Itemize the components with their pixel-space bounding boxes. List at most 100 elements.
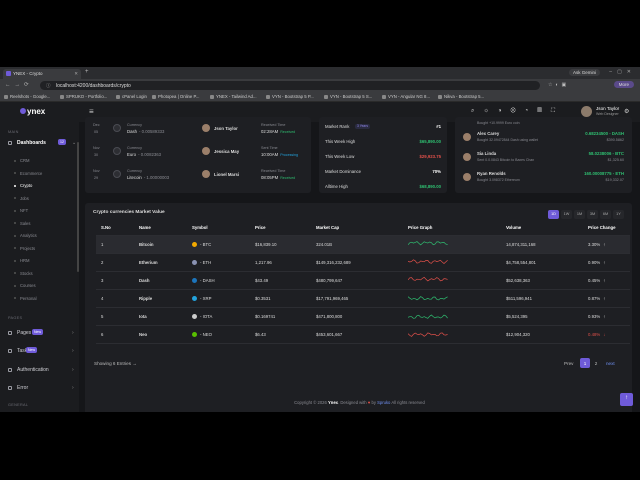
site-info-icon[interactable]: ⓘ	[46, 83, 51, 89]
sidebar-item-dashboards[interactable]: Dashboards 12 ⌄	[8, 139, 78, 148]
extension-icons[interactable]: ☆◐▣	[548, 82, 569, 88]
timeframe-1m[interactable]: 1M	[574, 210, 585, 219]
currency-name: Euro	[127, 152, 137, 157]
new-tab-button[interactable]: +	[85, 69, 89, 75]
prev-button[interactable]: Prev	[564, 361, 573, 366]
activity-desc: Bought 32.09472844 Dash using wallet	[477, 138, 538, 142]
gear-icon[interactable]: ⚙	[624, 108, 629, 115]
chevron-right-icon: ›	[72, 330, 74, 336]
cell-price-change: 3.30% ↑	[583, 235, 630, 254]
url-field[interactable]: ⓘ localhost:4200/dashboards/crypto	[40, 81, 540, 90]
sidebar-subitem-analytics[interactable]: Analytics	[14, 233, 37, 238]
cell-name: Dash	[134, 271, 187, 290]
sidebar-subitem-jobs[interactable]: Jobs	[14, 196, 29, 201]
logo[interactable]: ynex	[27, 107, 45, 116]
coin-icon	[192, 241, 197, 247]
tx-time: 08:05PM	[261, 175, 279, 180]
cell-price: $16,839.10	[250, 235, 311, 254]
nav-buttons[interactable]: ←→⟳	[5, 82, 33, 88]
timeframe-1w[interactable]: 1W	[561, 210, 572, 219]
sidebar-subitem-sales[interactable]: Sales	[14, 221, 30, 226]
status-value: 10:00AM Processing	[261, 152, 298, 157]
sidebar-subitem-nft[interactable]: NFT	[14, 208, 28, 213]
currency-value: Dash - 0.00589333	[127, 129, 164, 134]
bookmark-item[interactable]: cPanel Login	[116, 94, 147, 99]
scroll-to-top-button[interactable]: ↑	[620, 393, 633, 406]
bookmark-item[interactable]: VYN - Bootstrap 5 S...	[324, 94, 372, 99]
header-icons[interactable]: ⌕☼◑⛒◔▤⛶	[471, 108, 564, 115]
sidebar-subitem-personal[interactable]: Personal	[14, 296, 37, 301]
browser-window: YNEX - Crypto ✕ + Ask Gemini –▢✕ ←→⟳ ⓘ l…	[0, 67, 640, 412]
table-row[interactable]: 3 Dash - DASH $43.49 $480,799,647 $52,638,363…	[96, 271, 630, 290]
symbol-text: - ETH	[200, 259, 212, 265]
table-row[interactable]: 6 Neo - NEO $6.43 $453,601,667 $12,904,320 0.4…	[96, 325, 630, 344]
cell-name: Ripple	[134, 289, 187, 308]
bullet-icon	[14, 272, 16, 274]
bullet-icon	[14, 234, 16, 237]
arrow-down-icon: ↓	[603, 331, 606, 337]
ask-gemini-button[interactable]: Ask Gemini	[568, 69, 600, 76]
activity-name: Ryan Renolds	[477, 171, 506, 176]
bookmark-icon	[324, 94, 328, 99]
avatar[interactable]	[581, 106, 592, 117]
table-row[interactable]: 4 Ripple - XRP $0.3531 $17,791,969,465 $511,5…	[96, 289, 630, 308]
bookmark-item[interactable]: VYN - Angular NG 8...	[382, 94, 430, 99]
timeframe-1d[interactable]: 1D	[548, 210, 559, 219]
sidebar-item-pages[interactable]: Pages New ›	[8, 329, 78, 338]
sidebar-item-authentication[interactable]: Authentication ›	[8, 367, 78, 375]
page-2-button[interactable]: 2	[591, 358, 601, 368]
status-value: 08:05PM Received	[261, 175, 295, 180]
bookmark-item[interactable]: Photopea | Online P...	[152, 94, 199, 99]
sidebar-subitem-stocks[interactable]: Stocks	[14, 271, 33, 276]
table-row[interactable]: 5 Iota - IOTA $0.169741 $471,800,800 $5,524,3…	[96, 307, 630, 326]
timeframe-6m[interactable]: 6M	[600, 210, 611, 219]
sidebar-subitem-ecommerce[interactable]: Ecommerce	[14, 170, 43, 176]
page-1-button[interactable]: 1	[580, 358, 590, 368]
table-row[interactable]: 2 Etherium - ETH 1,217.96 $149,316,232,689 $4…	[96, 253, 630, 272]
activity-desc: Bought +10.9999 Euro coin	[477, 121, 520, 125]
tx-status: Received	[280, 176, 296, 180]
currency-value: Euro - 0.0082363	[127, 152, 161, 157]
chevron-right-icon: ›	[72, 385, 74, 391]
window-controls[interactable]: –▢✕	[609, 69, 636, 75]
sidebar-subitem-projects[interactable]: Projects	[14, 246, 35, 251]
timeframe-3m[interactable]: 3M	[587, 210, 598, 219]
currency-label: Currency	[127, 146, 142, 150]
bookmark-item[interactable]: Nikva - Bootstrap 5...	[438, 94, 484, 99]
bookmark-item[interactable]: YNEX - Tailwind Ad...	[210, 94, 257, 99]
more-button[interactable]: More	[613, 81, 634, 88]
browser-tab[interactable]: YNEX - Crypto ✕	[3, 69, 81, 79]
bookmark-item[interactable]: VYN - Bootstrap 5 P...	[266, 94, 314, 99]
arrow-up-icon: ↑	[603, 259, 606, 265]
stat-value: #1	[436, 124, 441, 129]
cell-sno: 5	[96, 307, 134, 326]
tx-day: 29	[94, 176, 99, 180]
bookmark-item[interactable]: Reelshots - Google...	[4, 94, 50, 99]
sidebar-subitem-crm[interactable]: CRM	[14, 158, 30, 163]
change-value: 3.30%	[588, 241, 601, 247]
sidebar-subitem-crypto[interactable]: Crypto	[14, 183, 32, 188]
sidebar-subitem-hrm[interactable]: HRM	[14, 258, 30, 263]
menu-toggle-icon[interactable]: ≡	[89, 107, 94, 116]
next-button[interactable]: next	[606, 361, 615, 366]
symbol-text: - DASH	[200, 277, 215, 283]
author-link[interactable]: Spruko	[377, 400, 390, 405]
cell-name: Etherium	[134, 253, 187, 272]
coin-icon	[192, 295, 197, 301]
bookmark-item[interactable]: SPRUKO - Portfolio...	[60, 94, 107, 99]
sidebar-item-error[interactable]: Error ›	[8, 385, 78, 393]
bookmark-label: VYN - Bootstrap 5 P...	[272, 94, 314, 99]
bookmark-icon	[438, 94, 442, 99]
timeframe-1y[interactable]: 1Y	[613, 210, 624, 219]
table-row[interactable]: 1 Bitcoin - BTC $16,839.10 324.01B 14,874,311…	[96, 235, 630, 254]
market-table: S.No Name Symbol Price Market Cap Price Graph…	[96, 221, 630, 344]
sidebar-subitem-courses[interactable]: Courses	[14, 283, 36, 288]
close-tab-icon[interactable]: ✕	[74, 71, 78, 77]
change-value: 0.87%	[588, 295, 601, 301]
cell-price-change: 0.48% ↓	[583, 325, 630, 344]
subitem-label: Ecommerce	[20, 170, 43, 176]
sidebar-item-task[interactable]: Task New ›	[8, 347, 78, 356]
bookmark-icon	[60, 94, 64, 99]
currency-icon	[113, 124, 121, 132]
card-title: Crypto currencies Market Value	[93, 210, 165, 215]
